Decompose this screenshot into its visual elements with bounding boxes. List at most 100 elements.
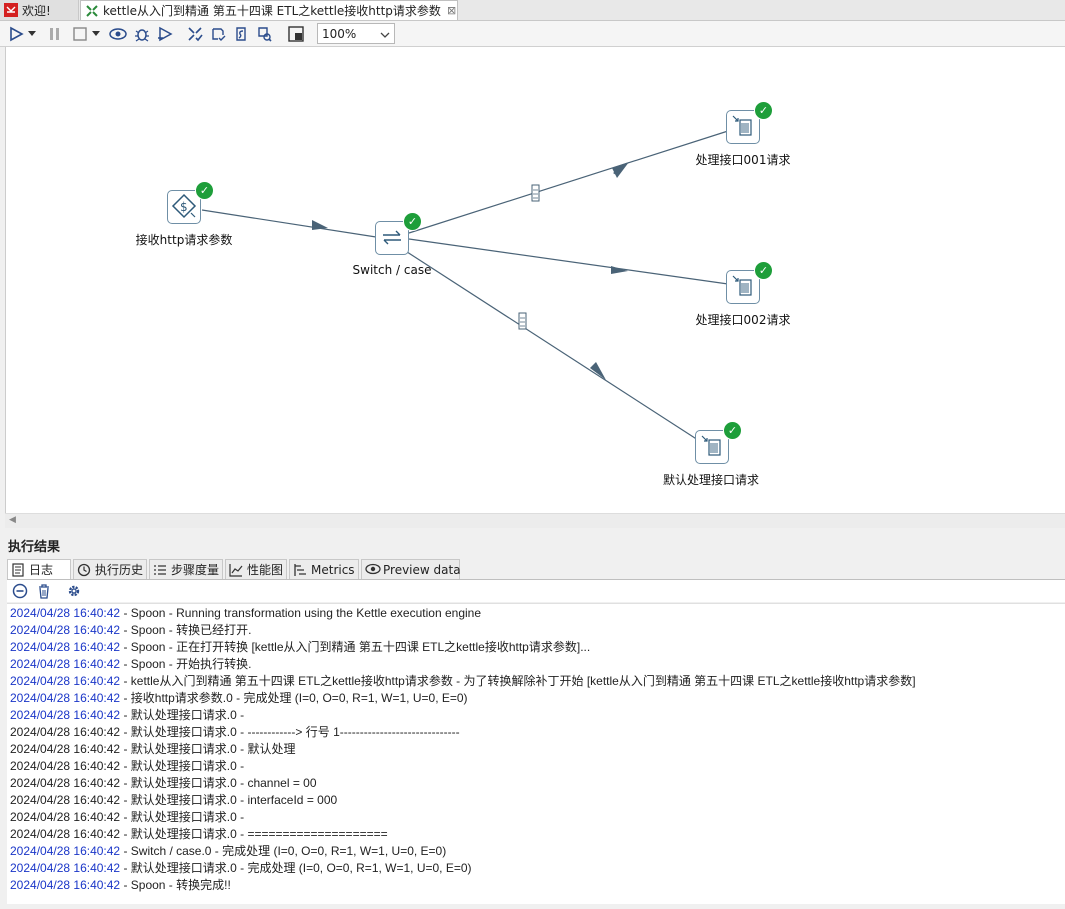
switch-case-icon [380,227,404,250]
step-label: 处理接口001请求 [695,153,791,167]
preview-data-icon [365,563,381,577]
log-message: - Spoon - 转换已经打开. [120,623,252,637]
clear-log-icon[interactable] [12,583,28,602]
pause-icon[interactable] [45,24,65,44]
case-marker-icon [518,312,527,330]
log-message: - 默认处理接口请求.0 - [120,759,245,773]
step-label: 处理接口002请求 [695,313,791,327]
log-line: 2024/04/28 16:40:42 - 默认处理接口请求.0 - 默认处理 [10,741,295,758]
case-marker-icon [531,184,540,202]
trash-icon[interactable] [36,583,52,602]
editor-tab-bar: 欢迎! kettle从入门到精通 第五十四课 ETL之kettle接收http请… [0,0,1065,21]
tab-performance[interactable]: 性能图 [225,559,287,579]
step-metrics-icon [153,563,167,577]
results-title: 执行结果 [8,540,61,555]
log-timestamp: 2024/04/28 16:40:42 [10,691,121,705]
show-results-icon[interactable] [286,24,306,44]
log-timestamp: 2024/04/28 16:40:42 [10,827,121,841]
spoon-welcome-icon [4,3,18,17]
log-message: - Spoon - 转换完成!! [120,878,231,892]
step-label: 接收http请求参数 [135,233,233,247]
scroll-left-icon[interactable]: ◀ [9,515,16,525]
http-receiver-icon: $ [171,193,197,222]
log-line: 2024/04/28 16:40:42 - 默认处理接口请求.0 - [10,758,244,775]
tab-metrics[interactable]: Metrics [289,559,359,579]
zoom-value: 100% [322,26,357,41]
log-message: - 接收http请求参数.0 - 完成处理 (I=0, O=0, R=1, W=… [120,691,468,705]
gear-icon[interactable] [66,583,82,602]
log-line: 2024/04/28 16:40:42 - kettle从入门到精通 第五十四课… [10,673,916,690]
log-icon [11,562,25,577]
tab-log[interactable]: 日志 [7,559,71,579]
tab-transformation[interactable]: kettle从入门到精通 第五十四课 ETL之kettle接收http请求参数 … [80,0,458,20]
stop-icon[interactable] [70,24,90,44]
run-options-icon[interactable] [26,24,38,44]
tab-preview-data[interactable]: Preview data [361,559,461,579]
step-label: Switch / case [352,263,432,277]
log-line: 2024/04/28 16:40:42 - 默认处理接口请求.0 - =====… [10,826,388,843]
svg-text:$: $ [180,200,188,214]
log-timestamp: 2024/04/28 16:40:42 [10,878,121,892]
log-line: 2024/04/28 16:40:42 - Spoon - 转换已经打开. [10,622,251,639]
log-line: 2024/04/28 16:40:42 - 默认处理接口请求.0 - inter… [10,792,337,809]
log-message: - 默认处理接口请求.0 - interfaceId = 000 [120,793,338,807]
transformation-toolbar: 100% [0,21,1065,47]
preview-icon[interactable] [108,24,128,44]
stop-options-icon[interactable] [90,24,102,44]
log-message: - 默认处理接口请求.0 - 完成处理 (I=0, O=0, R=1, W=1,… [120,861,472,875]
close-icon[interactable]: ⊠ [447,4,456,17]
log-toolbar [7,580,1065,602]
step-label: 默认处理接口请求 [662,473,760,487]
log-panel[interactable]: 2024/04/28 16:40:42 - Spoon - Running tr… [7,603,1065,904]
log-timestamp: 2024/04/28 16:40:42 [10,861,121,875]
tab-label: 日志 [29,563,54,577]
tab-history[interactable]: 执行历史 [73,559,147,579]
verify-icon[interactable] [185,24,205,44]
log-line: 2024/04/28 16:40:42 - 默认处理接口请求.0 - -----… [10,724,460,741]
log-timestamp: 2024/04/28 16:40:42 [10,606,121,620]
log-timestamp: 2024/04/28 16:40:42 [10,640,121,654]
tab-label: Preview data [383,562,461,577]
log-message: - kettle从入门到精通 第五十四课 ETL之kettle接收http请求参… [120,674,916,688]
debug-icon[interactable] [132,24,152,44]
log-timestamp: 2024/04/28 16:40:42 [10,725,121,739]
log-line: 2024/04/28 16:40:42 - Spoon - 正在打开转换 [ke… [10,639,590,656]
canvas-horizontal-scrollbar[interactable]: ◀ [5,513,1065,528]
log-message: - 默认处理接口请求.0 - 默认处理 [120,742,296,756]
replay-icon[interactable] [155,24,175,44]
tab-label: 步骤度量 [171,563,220,577]
metrics-icon [293,563,307,577]
log-timestamp: 2024/04/28 16:40:42 [10,742,121,756]
log-line: 2024/04/28 16:40:42 - 接收http请求参数.0 - 完成处… [10,690,468,707]
tab-step-metrics[interactable]: 步骤度量 [149,559,223,579]
success-check-icon: ✓ [403,212,422,231]
log-timestamp: 2024/04/28 16:40:42 [10,623,121,637]
run-icon[interactable] [6,24,26,44]
success-check-icon: ✓ [195,181,214,200]
history-icon [77,563,91,577]
log-message: - 默认处理接口请求.0 - ------------> 行号 1-------… [120,725,460,739]
log-message: - Spoon - 正在打开转换 [kettle从入门到精通 第五十四课 ETL… [120,640,591,654]
tab-label: Metrics [311,562,355,577]
sql-icon[interactable] [231,24,251,44]
transformation-icon [85,4,99,18]
log-timestamp: 2024/04/28 16:40:42 [10,776,121,790]
tab-welcome[interactable]: 欢迎! [0,0,79,20]
log-line: 2024/04/28 16:40:42 - Switch / case.0 - … [10,843,446,860]
log-line: 2024/04/28 16:40:42 - Spoon - Running tr… [10,605,481,622]
log-line: 2024/04/28 16:40:42 - 默认处理接口请求.0 - 完成处理 … [10,860,472,877]
process-icon [700,434,724,461]
log-timestamp: 2024/04/28 16:40:42 [10,810,121,824]
log-message: - 默认处理接口请求.0 - channel = 00 [120,776,317,790]
explore-db-icon[interactable] [254,24,274,44]
chevron-down-icon [380,27,390,41]
success-check-icon: ✓ [723,421,742,440]
tab-label: 性能图 [247,563,284,577]
transformation-canvas[interactable]: $ ✓ 接收http请求参数 ✓ Switch / case ✓ 处理接口001… [5,47,1065,513]
zoom-select[interactable]: 100% [317,23,395,44]
hop-switch-to-default [403,249,699,441]
success-check-icon: ✓ [754,261,773,280]
tab-label: 执行历史 [95,563,144,577]
log-message: - Spoon - 开始执行转换. [120,657,252,671]
impact-icon[interactable] [208,24,228,44]
